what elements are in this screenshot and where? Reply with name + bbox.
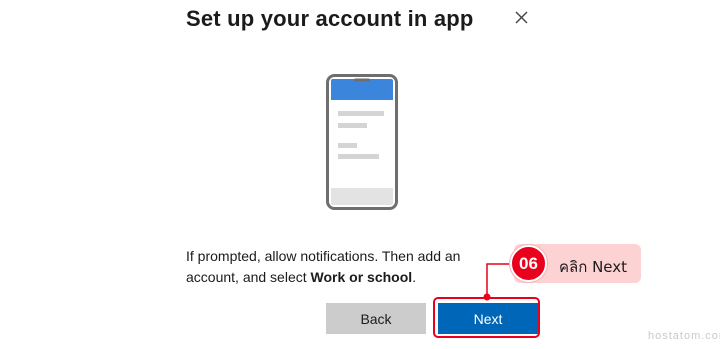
- work-or-school-label: Work or school: [310, 269, 413, 285]
- close-icon: [515, 11, 528, 24]
- dialog-title: Set up your account in app: [186, 6, 474, 31]
- next-button-highlight: [433, 297, 540, 338]
- step-number-badge: 06: [510, 245, 547, 282]
- smartphone-illustration: [326, 74, 398, 215]
- callout-instruction: คลิก Next: [559, 258, 628, 276]
- instruction-text: If prompted, allow notifications. Then a…: [186, 246, 506, 288]
- watermark: hostatom.com: [648, 330, 720, 342]
- close-button[interactable]: [510, 6, 534, 30]
- instruction-suffix: .: [412, 269, 417, 285]
- back-button[interactable]: Back: [326, 303, 426, 334]
- smartphone-icon: [326, 74, 398, 210]
